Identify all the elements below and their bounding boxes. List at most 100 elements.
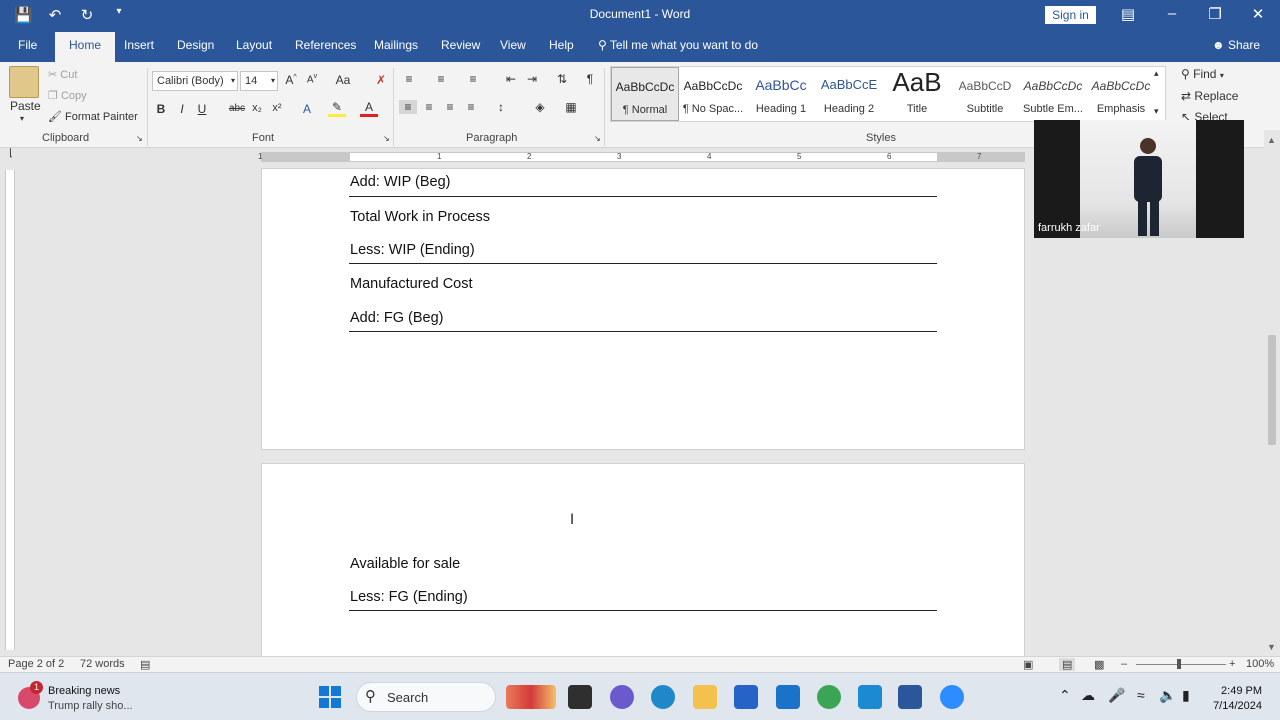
sort-icon[interactable]: ⇅: [553, 72, 571, 86]
increase-indent-icon[interactable]: ⇥: [523, 72, 541, 86]
system-clock[interactable]: 2:49 PM 7/14/2024: [1212, 684, 1262, 714]
web-layout-icon[interactable]: ▩: [1094, 658, 1104, 671]
multilevel-list-icon[interactable]: ≡: [464, 72, 482, 86]
shading-icon[interactable]: ◈: [531, 100, 549, 114]
taskbar-search[interactable]: ⚲ Search: [356, 682, 496, 712]
highlight-icon[interactable]: ✎: [328, 100, 346, 117]
tab-help[interactable]: Help: [549, 38, 574, 52]
doc-line[interactable]: Available for sale: [350, 556, 460, 572]
italic-icon[interactable]: I: [173, 102, 191, 116]
decrease-indent-icon[interactable]: ⇤: [502, 72, 520, 86]
word-count[interactable]: 72 words: [80, 658, 125, 670]
vertical-ruler[interactable]: [5, 170, 15, 650]
font-color-icon[interactable]: A: [360, 100, 378, 117]
wifi-icon[interactable]: ≈: [1137, 687, 1145, 703]
print-layout-icon[interactable]: ▤: [1059, 658, 1076, 671]
tab-mailings[interactable]: Mailings: [374, 38, 418, 52]
replace-button[interactable]: ⇄ Replace: [1181, 89, 1238, 103]
cloud-icon[interactable]: ☁: [1081, 687, 1095, 704]
tab-file[interactable]: File: [18, 38, 37, 52]
restore-button[interactable]: ❐: [1200, 5, 1230, 23]
vertical-scrollbar[interactable]: ▲ ▼: [1264, 130, 1280, 656]
battery-icon[interactable]: ▮: [1182, 687, 1190, 704]
subscript-icon[interactable]: x₂: [248, 102, 266, 114]
copy-button[interactable]: ❐ Copy: [48, 89, 87, 102]
doc-line[interactable]: Add: FG (Beg): [350, 310, 443, 326]
tab-selector-icon[interactable]: ⌊: [2, 148, 20, 159]
doc-line[interactable]: Add: WIP (Beg): [350, 174, 450, 190]
scroll-thumb[interactable]: [1268, 335, 1276, 445]
cut-button[interactable]: ✂ Cut: [48, 68, 77, 81]
font-size-combo[interactable]: 14 ▾: [240, 71, 278, 91]
align-left-icon[interactable]: ≡: [399, 100, 417, 114]
doc-line[interactable]: Less: FG (Ending): [350, 589, 468, 605]
borders-icon[interactable]: ▦: [562, 100, 580, 114]
tab-layout[interactable]: Layout: [236, 38, 272, 52]
photos-icon[interactable]: [858, 685, 882, 709]
teams-chat-icon[interactable]: [610, 685, 634, 709]
style-emphasis[interactable]: AaBbCcDc Emphasis: [1087, 67, 1155, 121]
scroll-down-icon[interactable]: ▼: [1267, 642, 1276, 652]
grow-font-icon[interactable]: A^: [282, 73, 300, 87]
text-effects-icon[interactable]: A: [298, 102, 316, 116]
tab-view[interactable]: View: [500, 38, 526, 52]
video-call-overlay[interactable]: farrukh zafar: [1034, 120, 1244, 238]
store-icon[interactable]: [734, 685, 758, 709]
word-app-icon[interactable]: [898, 685, 922, 709]
justify-icon[interactable]: ≡: [462, 100, 480, 114]
style-normal[interactable]: AaBbCcDc ¶ Normal: [611, 67, 679, 121]
tab-design[interactable]: Design: [177, 38, 214, 52]
task-view-icon[interactable]: [568, 685, 592, 709]
zoom-app-icon[interactable]: [940, 685, 964, 709]
file-explorer-icon[interactable]: [693, 685, 717, 709]
clear-formatting-icon[interactable]: ✗: [372, 73, 390, 87]
zoom-in-icon[interactable]: +: [1229, 658, 1235, 670]
volume-icon[interactable]: 🔈: [1159, 687, 1176, 704]
style-subtle-emphasis[interactable]: AaBbCcDc Subtle Em...: [1019, 67, 1087, 121]
style-no-spacing[interactable]: AaBbCcDc ¶ No Spac...: [679, 67, 747, 121]
edge-browser-icon[interactable]: [651, 685, 675, 709]
numbering-icon[interactable]: ≡: [432, 72, 450, 86]
tell-me-search[interactable]: ⚲ Tell me what you want to do: [598, 38, 758, 52]
pilcrow-icon[interactable]: ¶: [581, 72, 599, 86]
paragraph-launcher-icon[interactable]: ↘: [594, 134, 601, 143]
horizontal-ruler[interactable]: 1 1 2 3 4 5 6 7: [258, 152, 1025, 162]
styles-scroll-up-icon[interactable]: ▴: [1154, 68, 1159, 79]
tab-review[interactable]: Review: [441, 38, 480, 52]
search-highlight-icon[interactable]: [506, 685, 556, 709]
paste-icon[interactable]: [9, 66, 39, 98]
windows-start-icon[interactable]: [318, 685, 342, 709]
doc-line[interactable]: Less: WIP (Ending): [350, 242, 475, 258]
bullets-icon[interactable]: ≡: [400, 72, 418, 86]
doc-line[interactable]: Total Work in Process: [350, 209, 490, 225]
zoom-slider-thumb[interactable]: [1177, 659, 1181, 669]
format-painter-button[interactable]: 🖌 Format Painter: [48, 110, 138, 123]
zoom-slider[interactable]: [1136, 664, 1226, 665]
paste-button[interactable]: Paste: [10, 99, 41, 113]
zoom-out-icon[interactable]: –: [1121, 658, 1127, 670]
doc-line[interactable]: Manufactured Cost: [350, 276, 473, 292]
underline-icon[interactable]: U: [193, 102, 211, 116]
share-button[interactable]: ☻ Share: [1212, 38, 1260, 52]
line-spacing-icon[interactable]: ↕: [492, 100, 510, 114]
ribbon-display-icon[interactable]: ▤: [1113, 5, 1143, 23]
styles-more-icon[interactable]: ▾: [1154, 106, 1159, 117]
shrink-font-icon[interactable]: Av: [303, 73, 321, 85]
clipboard-launcher-icon[interactable]: ↘: [136, 134, 143, 143]
style-subtitle[interactable]: AaBbCcD Subtitle: [951, 67, 1019, 121]
font-name-combo[interactable]: Calibri (Body) ▾: [152, 71, 238, 91]
align-right-icon[interactable]: ≡: [441, 100, 459, 114]
microphone-icon[interactable]: 🎤: [1108, 687, 1125, 704]
zoom-level[interactable]: 100%: [1246, 658, 1274, 670]
minimize-button[interactable]: –: [1157, 5, 1187, 22]
close-button[interactable]: ✕: [1243, 5, 1273, 23]
bold-icon[interactable]: B: [152, 102, 170, 116]
style-heading-2[interactable]: AaBbCcE Heading 2: [815, 67, 883, 121]
mail-icon[interactable]: [776, 685, 800, 709]
font-launcher-icon[interactable]: ↘: [383, 134, 390, 143]
proofing-icon[interactable]: ▤: [140, 658, 150, 671]
sign-in-button[interactable]: Sign in: [1045, 6, 1096, 24]
scroll-up-icon[interactable]: ▲: [1267, 135, 1276, 145]
strikethrough-icon[interactable]: abc: [226, 103, 248, 114]
align-center-icon[interactable]: ≡: [420, 100, 438, 114]
